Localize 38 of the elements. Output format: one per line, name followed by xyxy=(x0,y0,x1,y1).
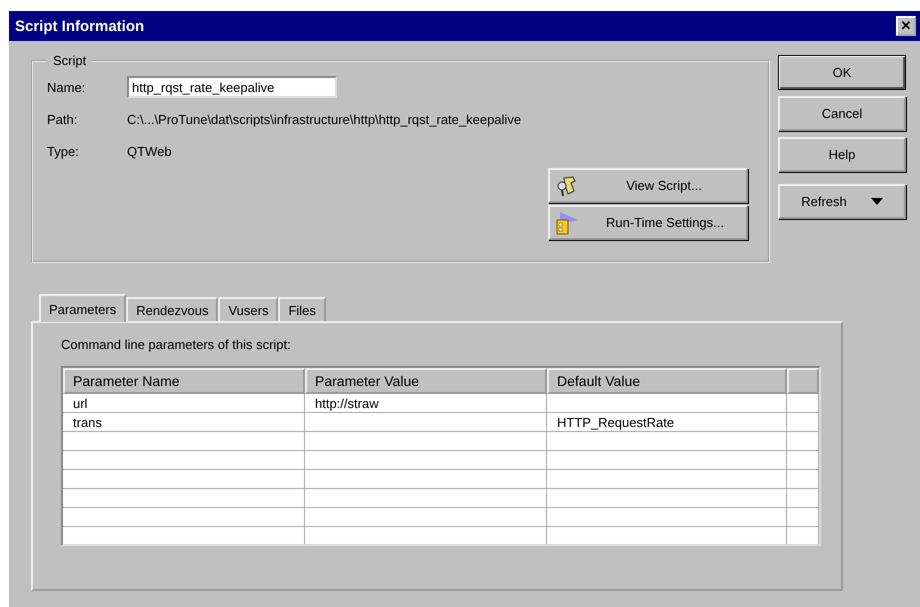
view-script-button[interactable]: View Script... xyxy=(548,168,748,203)
table-cell xyxy=(787,489,819,508)
tab[interactable]: Vusers xyxy=(218,297,278,321)
table-cell: url xyxy=(63,394,305,413)
table-cell xyxy=(787,470,819,489)
tab[interactable]: Parameters xyxy=(39,294,126,322)
path-value: C:\...\ProTune\dat\scripts\infrastructure\http\http_rqst_rate_keepalive xyxy=(127,112,522,126)
group-title: Script xyxy=(52,53,88,68)
table-cell xyxy=(787,432,819,451)
column-header[interactable]: Default Value xyxy=(547,368,787,394)
table-cell xyxy=(787,413,819,432)
column-header[interactable]: Parameter Value xyxy=(305,368,547,394)
field-label: Name: xyxy=(47,80,86,94)
type-value: QTWeb xyxy=(127,144,172,158)
field-label: Type: xyxy=(47,144,80,158)
dialog-button[interactable]: Help xyxy=(778,137,906,172)
column-header[interactable]: Parameter Name xyxy=(63,368,305,394)
table-cell xyxy=(787,508,819,527)
dialog-button[interactable]: Cancel xyxy=(778,96,906,131)
column-header xyxy=(787,368,819,394)
magnifier-scroll-icon xyxy=(556,174,578,196)
caret-icon xyxy=(870,198,883,205)
table-cell xyxy=(787,451,819,470)
tab[interactable]: Files xyxy=(278,297,326,321)
window-title: Script Information xyxy=(15,18,144,34)
table-cell: HTTP_RequestRate xyxy=(547,413,787,432)
table-cell xyxy=(787,394,819,413)
dialog-button[interactable]: OK xyxy=(778,55,906,90)
name-field[interactable]: http_rqst_rate_keepalive xyxy=(127,76,337,98)
table-cell: http://straw xyxy=(305,394,547,413)
refresh-dropdown-button[interactable]: Refresh xyxy=(778,184,906,219)
close-button[interactable]: ✕ xyxy=(896,16,916,36)
tab[interactable]: Rendezvous xyxy=(126,297,218,321)
field-label: Path: xyxy=(47,112,78,126)
table-cell: trans xyxy=(63,413,305,432)
panel-caption: Command line parameters of this script: xyxy=(61,337,292,352)
settings-flag-icon xyxy=(556,210,580,234)
run-time-settings-button[interactable]: Run-Time Settings... xyxy=(548,205,748,240)
